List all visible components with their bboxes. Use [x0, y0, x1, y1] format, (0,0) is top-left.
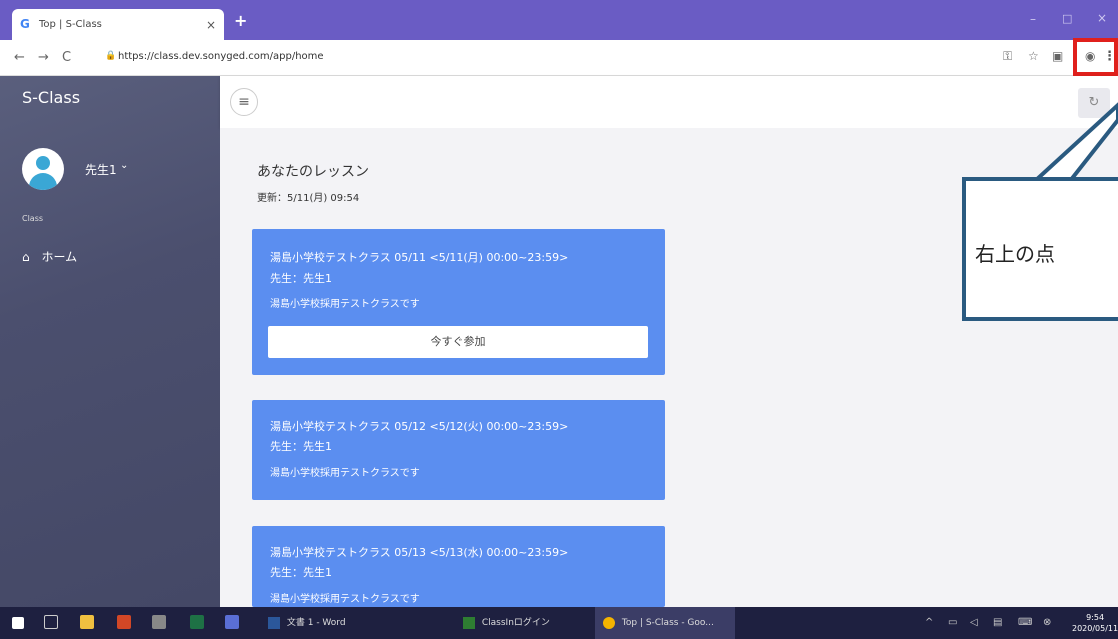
classin-icon: [463, 616, 475, 629]
callout-pointer: [1029, 102, 1118, 184]
taskbar-item-classin[interactable]: ClassInログイン: [455, 607, 585, 639]
task-view-icon[interactable]: [44, 615, 58, 629]
windows-start-icon[interactable]: [12, 617, 24, 629]
callout-text: 右上の点: [975, 242, 1055, 266]
word-icon: [268, 616, 280, 629]
app-icon[interactable]: [225, 615, 239, 629]
excel-icon[interactable]: [190, 615, 204, 629]
network-icon[interactable]: ▭: [948, 617, 957, 628]
clock-date: 2020/05/11: [1072, 624, 1118, 633]
notification-icon[interactable]: ▤: [993, 617, 1002, 628]
app-icon[interactable]: [152, 615, 166, 629]
clock[interactable]: 9:54 2020/05/11: [1072, 612, 1118, 634]
volume-icon[interactable]: ◁: [970, 617, 978, 628]
taskbar-item-chrome[interactable]: Top | S-Class - Goo...: [595, 607, 735, 639]
powerpoint-icon[interactable]: [117, 615, 131, 629]
taskbar: 文書 1 - Word ClassInログイン Top | S-Class - …: [0, 607, 1118, 639]
taskbar-item-label: ClassInログイン: [481, 618, 550, 628]
clock-time: 9:54: [1086, 613, 1105, 622]
taskbar-item-word[interactable]: 文書 1 - Word: [260, 607, 445, 639]
taskbar-item-label: Top | S-Class - Goo...: [621, 618, 714, 628]
keyboard-icon[interactable]: ⌨: [1018, 617, 1032, 628]
chrome-icon: [603, 616, 615, 629]
file-explorer-icon[interactable]: [80, 615, 94, 629]
ime-icon[interactable]: ⊗: [1043, 617, 1051, 628]
taskbar-item-label: 文書 1 - Word: [286, 618, 346, 628]
chevron-up-icon[interactable]: ^: [925, 617, 933, 628]
